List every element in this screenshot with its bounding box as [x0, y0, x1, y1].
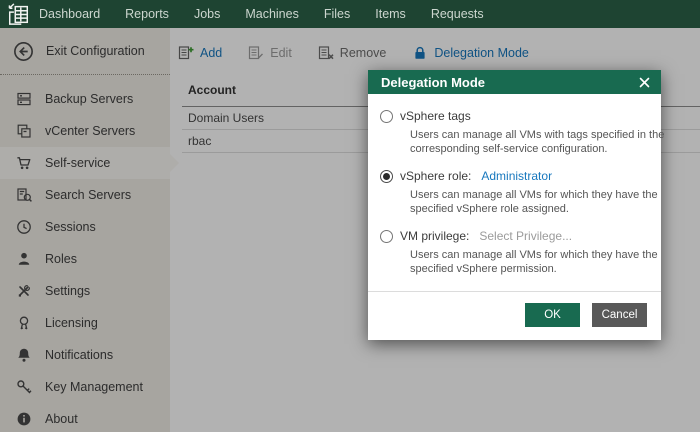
vsphere-tags-option[interactable]: vSphere tags: [380, 109, 647, 123]
select-privilege-link[interactable]: Select Privilege...: [479, 229, 572, 243]
radio-checked-icon[interactable]: [380, 169, 393, 183]
dialog-title: Delegation Mode: [381, 74, 486, 90]
option-vsphere-tags: vSphere tags Users can manage all VMs wi…: [380, 109, 664, 156]
top-nav-bar: Dashboard Reports Jobs Machines Files It…: [0, 0, 700, 28]
nav-jobs[interactable]: Jobs: [194, 7, 220, 21]
dialog-body: vSphere tags Users can manage all VMs wi…: [368, 94, 664, 278]
option-label: vSphere tags: [400, 109, 471, 123]
option-description: Users can manage all VMs with tags speci…: [410, 129, 665, 155]
option-label: VM privilege:: [400, 229, 470, 243]
administrator-role-link[interactable]: Administrator: [481, 169, 552, 183]
cancel-button[interactable]: Cancel: [592, 303, 647, 327]
nav-items[interactable]: Items: [375, 7, 406, 21]
close-icon[interactable]: [636, 74, 652, 90]
nav-dashboard[interactable]: Dashboard: [39, 7, 100, 21]
nav-machines[interactable]: Machines: [245, 7, 299, 21]
nav-files[interactable]: Files: [324, 7, 350, 21]
veeam-one-configuration-screen: Dashboard Reports Jobs Machines Files It…: [0, 0, 700, 432]
dialog-header: Delegation Mode: [368, 70, 661, 94]
ok-button[interactable]: OK: [525, 303, 580, 327]
nav-reports[interactable]: Reports: [125, 7, 169, 21]
delegation-mode-dialog: Delegation Mode vSphere tags Users can m…: [368, 70, 664, 340]
radio-unchecked-icon[interactable]: [380, 229, 393, 243]
nav-requests[interactable]: Requests: [431, 7, 484, 21]
option-description: Users can manage all VMs for which they …: [410, 249, 658, 275]
option-vm-privilege: VM privilege: Select Privilege... Users …: [380, 229, 658, 276]
option-label: vSphere role:: [400, 169, 472, 183]
radio-unchecked-icon[interactable]: [380, 109, 393, 123]
top-nav-menu: Dashboard Reports Jobs Machines Files It…: [39, 7, 509, 21]
vsphere-role-option[interactable]: vSphere role: Administrator: [380, 169, 647, 183]
option-vsphere-role: vSphere role: Administrator Users can ma…: [380, 169, 658, 216]
dialog-footer: OK Cancel: [368, 291, 661, 340]
app-logo-icon: [5, 1, 32, 27]
option-description: Users can manage all VMs for which they …: [410, 189, 658, 215]
vm-privilege-option[interactable]: VM privilege: Select Privilege...: [380, 229, 647, 243]
